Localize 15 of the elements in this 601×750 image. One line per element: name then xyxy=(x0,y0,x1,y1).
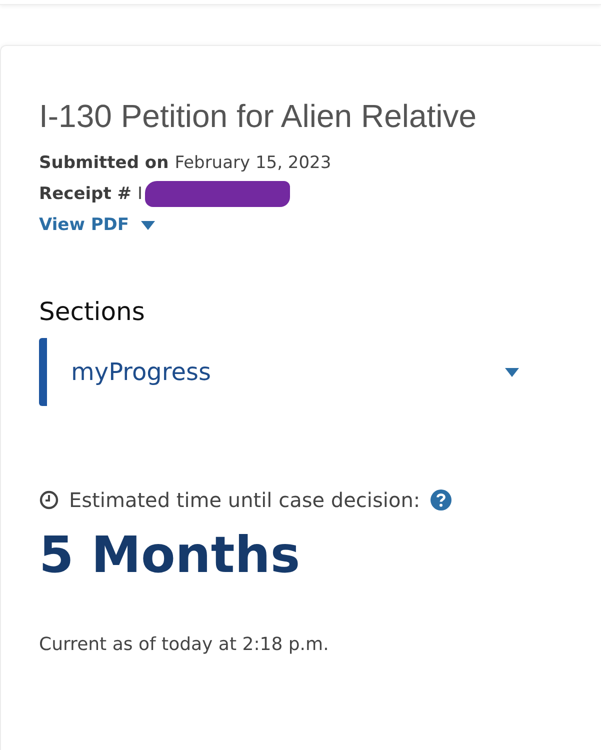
estimate-value: 5 Months xyxy=(39,526,302,584)
receipt-number: I xyxy=(138,184,143,204)
view-pdf-link[interactable]: View PDF xyxy=(39,215,156,235)
caret-icon xyxy=(505,368,519,376)
case-title: I-130 Petition for Alien Relative xyxy=(39,98,478,135)
submitted-date: February 15, 2023 xyxy=(174,152,332,172)
receipt-label: Receipt # xyxy=(39,184,132,204)
updated-time: Current as of today at 2:18 p.m. xyxy=(39,634,330,655)
submitted-label: Submitted on xyxy=(39,152,169,172)
help-icon[interactable] xyxy=(430,489,452,511)
sections-dropdown[interactable]: myProgress xyxy=(39,338,539,406)
estimate-label: Estimated time until case decision: xyxy=(69,488,420,512)
sections-heading: Sections xyxy=(39,297,146,326)
caret-icon xyxy=(141,220,156,230)
clock-icon xyxy=(39,490,59,510)
